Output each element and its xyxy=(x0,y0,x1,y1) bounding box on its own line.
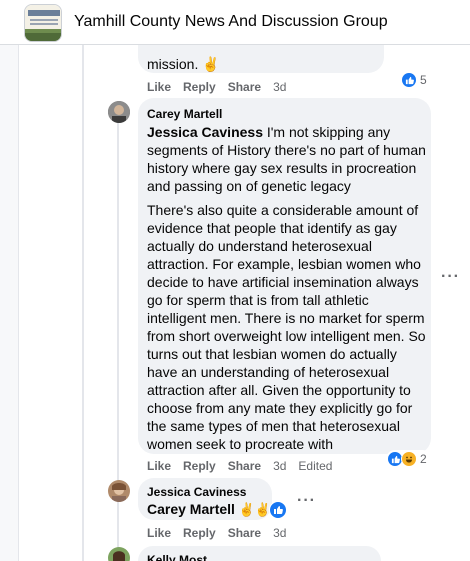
reply-button[interactable]: Reply xyxy=(183,80,216,94)
reply-button[interactable]: Reply xyxy=(183,526,216,540)
like-button[interactable]: Like xyxy=(147,80,171,94)
comment-timestamp[interactable]: 3d xyxy=(273,459,286,473)
comment-paragraph: There's also quite a considerable amount… xyxy=(147,202,426,452)
comment-text: Jessica Caviness I'm not skipping any se… xyxy=(147,123,427,195)
comment-text: mission. ✌ xyxy=(147,56,220,72)
more-options-icon[interactable]: ··· xyxy=(297,492,316,510)
group-title[interactable]: Yamhill County News And Discussion Group xyxy=(74,13,388,31)
thread-line xyxy=(82,45,84,561)
comment-timestamp[interactable]: 3d xyxy=(273,80,286,94)
comment-actions: Like Reply Share 3d xyxy=(147,80,286,94)
comment-bubble: Carey Martell Jessica Caviness I'm not s… xyxy=(138,98,431,454)
group-header: Yamhill County News And Discussion Group xyxy=(0,0,470,45)
comment-actions: Like Reply Share 3d Edited xyxy=(147,459,332,473)
comment-bubble: Jessica Caviness Carey Martell ✌✌ xyxy=(138,478,272,520)
divider xyxy=(18,45,19,561)
mention-tag[interactable]: Jessica Caviness xyxy=(147,124,263,140)
reaction-count: 2 xyxy=(420,452,427,466)
haha-icon xyxy=(401,451,417,467)
like-icon[interactable] xyxy=(269,501,287,519)
like-icon xyxy=(401,72,417,88)
mention-tag[interactable]: Carey Martell xyxy=(147,501,235,517)
reaction-count: 5 xyxy=(420,73,427,87)
reaction-summary[interactable]: 2 xyxy=(386,450,431,468)
reaction-summary[interactable]: 5 xyxy=(400,71,431,89)
comment-actions: Like Reply Share 3d xyxy=(147,526,286,540)
comment-timestamp[interactable]: 3d xyxy=(273,526,286,540)
comment-author[interactable]: Kelly Most xyxy=(147,552,207,561)
avatar[interactable] xyxy=(108,547,130,561)
share-button[interactable]: Share xyxy=(228,80,261,94)
edited-label: Edited xyxy=(298,459,333,473)
like-button[interactable]: Like xyxy=(147,526,171,540)
share-button[interactable]: Share xyxy=(228,526,261,540)
avatar[interactable] xyxy=(108,101,130,123)
comment-author[interactable]: Carey Martell xyxy=(147,106,222,122)
comment-bubble: Kelly Most xyxy=(138,546,381,561)
reply-button[interactable]: Reply xyxy=(183,459,216,473)
comment-text: Carey Martell ✌✌ xyxy=(147,500,271,519)
share-button[interactable]: Share xyxy=(228,459,261,473)
like-button[interactable]: Like xyxy=(147,459,171,473)
left-rail xyxy=(0,45,18,561)
comment-emoji: ✌✌ xyxy=(234,502,271,517)
avatar[interactable] xyxy=(108,480,130,502)
group-thumbnail-icon[interactable] xyxy=(24,4,62,42)
more-options-icon[interactable]: ··· xyxy=(441,268,460,286)
comment-author[interactable]: Jessica Caviness xyxy=(147,484,246,500)
